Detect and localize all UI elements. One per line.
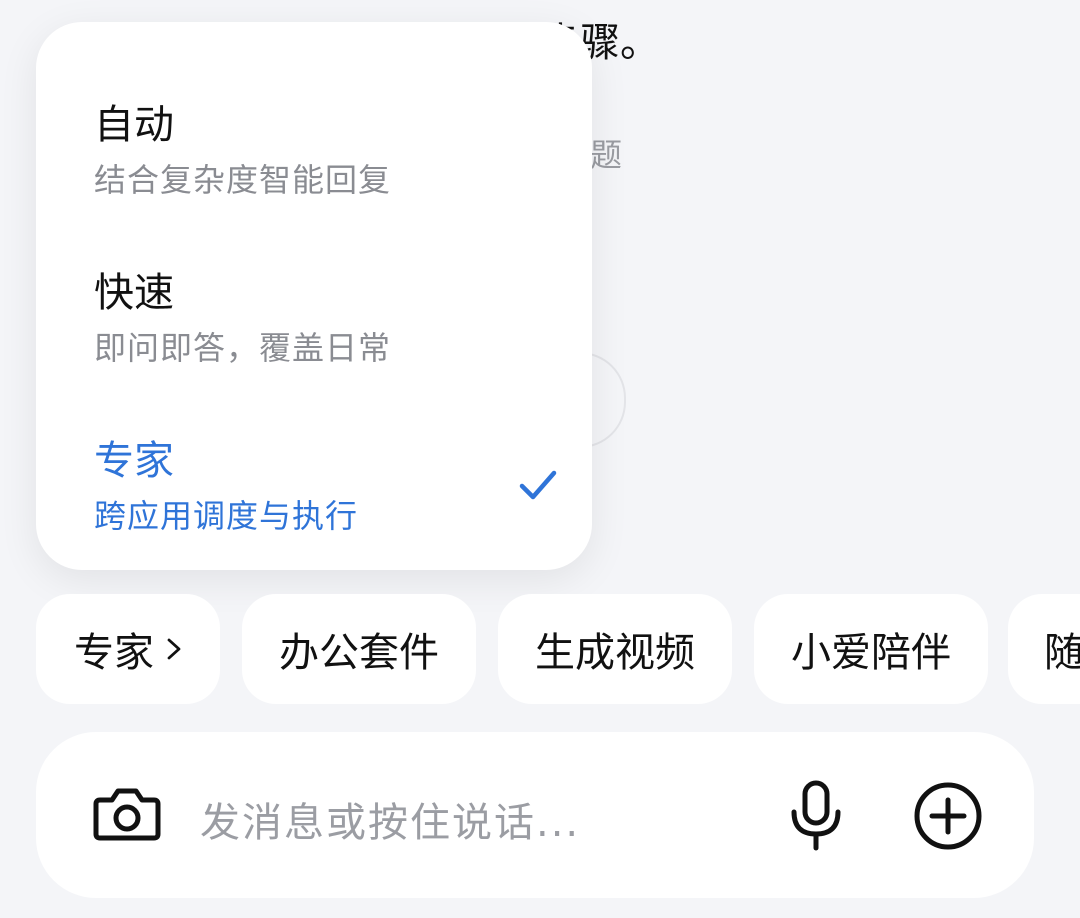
mode-option-expert[interactable]: 专家 跨应用调度与执行 — [94, 436, 358, 538]
chip-label: 专家 — [74, 630, 154, 676]
chip-label: 小爱陪伴 — [791, 630, 951, 676]
mode-option-description: 即问即答，覆盖日常 — [94, 329, 392, 367]
chip-label: 生成视频 — [535, 630, 695, 676]
mode-menu: 自动 结合复杂度智能回复 快速 即问即答，覆盖日常 专家 跨应用调度与执行 — [36, 22, 592, 570]
mode-option-title: 快速 — [94, 270, 174, 316]
mode-option-description: 结合复杂度智能回复 — [94, 161, 392, 199]
message-input-bar: 发消息或按住说话... — [36, 732, 1034, 898]
mode-option-auto[interactable]: 自动 结合复杂度智能回复 — [94, 100, 391, 202]
mode-option-description: 跨应用调度与执行 — [94, 497, 359, 535]
chip-office-suite[interactable]: 办公套件 — [242, 594, 476, 704]
mode-option-title: 自动 — [94, 102, 174, 148]
chip-generate-video[interactable]: 生成视频 — [498, 594, 732, 704]
chip-xiaoai-companion[interactable]: 小爱陪伴 — [754, 594, 988, 704]
plus-circle-icon[interactable] — [912, 780, 984, 852]
chevron-right-icon — [167, 638, 181, 660]
mode-option-fast[interactable]: 快速 即问即答，覆盖日常 — [94, 268, 391, 370]
background-side-text: 题 — [590, 136, 623, 174]
microphone-icon[interactable] — [788, 780, 844, 852]
chip-label: 办公套件 — [279, 630, 439, 676]
checkmark-icon — [519, 470, 557, 500]
message-input[interactable]: 发消息或按住说话... — [200, 790, 580, 848]
mode-option-title: 专家 — [94, 438, 174, 484]
chip-partial[interactable]: 随 — [1008, 594, 1080, 704]
chip-label: 随 — [1044, 630, 1080, 676]
camera-icon[interactable] — [92, 784, 162, 844]
chip-expert-mode[interactable]: 专家 — [36, 594, 220, 704]
